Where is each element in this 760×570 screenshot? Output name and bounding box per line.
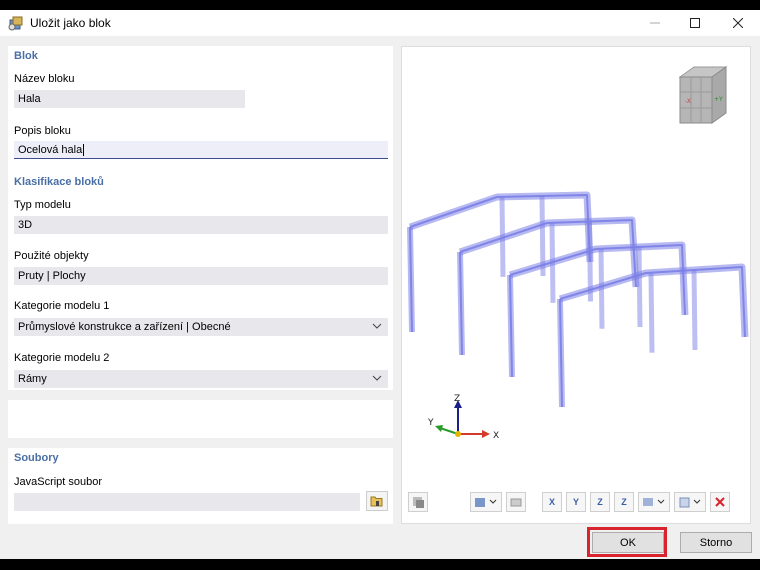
axis-z-label: Z <box>454 394 460 404</box>
viewport-toolbar-left <box>408 492 428 514</box>
blok-panel: Blok Název bloku Hala Popis bloku Ocelov… <box>8 46 393 172</box>
block-description-value: Ocelová hala <box>18 144 83 156</box>
folder-open-icon <box>370 496 383 507</box>
box-view-button[interactable] <box>674 492 706 512</box>
javascript-file-label: JavaScript soubor <box>14 476 103 488</box>
frame-member <box>459 219 637 288</box>
layers-icon <box>413 497 424 508</box>
text-caret <box>83 144 85 157</box>
axis-x-label: X <box>493 431 499 441</box>
axis-triad-icon: Z Y X <box>427 394 499 441</box>
maximize-button[interactable] <box>675 10 715 36</box>
ok-button-highlight <box>587 527 667 557</box>
model-type-label: Typ modelu <box>14 199 71 211</box>
frame-member <box>508 241 689 316</box>
used-objects-label: Použité objekty <box>14 250 89 262</box>
view-iso-button[interactable]: Z <box>614 492 634 512</box>
model-preview-viewport[interactable]: -X +Y Z Y X X Y Z Z <box>401 46 751 524</box>
title-bar: Uložit jako blok <box>0 10 760 36</box>
category1-value: Průmyslové konstrukce a zařízení | Obecn… <box>18 321 231 333</box>
reset-icon <box>715 497 725 507</box>
render-settings-button[interactable] <box>408 492 428 512</box>
frame-member <box>648 272 655 353</box>
block-description-input[interactable]: Ocelová hala <box>14 141 388 159</box>
axis-y-label: Y <box>427 418 434 428</box>
klasifikace-heading: Klasifikace bloků <box>14 176 104 188</box>
view-style-icon <box>643 498 665 506</box>
cube-icon <box>679 497 701 508</box>
steel-hall-frames <box>407 191 749 408</box>
print-icon <box>510 498 522 507</box>
window-title: Uložit jako blok <box>30 16 111 30</box>
frame-member <box>636 246 643 328</box>
view-style-button[interactable] <box>638 492 670 512</box>
view-x-icon: X <box>548 497 555 507</box>
block-name-label: Název bloku <box>14 73 75 85</box>
used-objects-field: Pruty | Plochy <box>14 267 388 285</box>
close-icon <box>733 18 743 28</box>
save-block-app-icon <box>8 15 24 31</box>
klasifikace-panel: Klasifikace bloků Typ modelu 3D Použité … <box>8 172 393 390</box>
frame-member <box>509 244 686 316</box>
soubory-panel: Soubory JavaScript soubor <box>8 448 393 524</box>
print-preview-button[interactable] <box>506 492 526 512</box>
block-name-input[interactable]: Hala <box>14 90 245 108</box>
category1-select[interactable]: Průmyslové konstrukce a zařízení | Obecn… <box>14 318 388 336</box>
viewport-toolbar-main: X Y Z Z <box>470 492 730 514</box>
display-mode-button[interactable] <box>470 492 502 512</box>
close-button[interactable] <box>718 10 758 36</box>
view-z-button[interactable]: Z <box>590 492 610 512</box>
display-mode-icon <box>475 498 497 507</box>
category2-select[interactable]: Rámy <box>14 370 388 388</box>
blok-heading: Blok <box>14 50 38 62</box>
view-x-button[interactable]: X <box>542 492 562 512</box>
view-y-icon: Y <box>572 497 579 507</box>
frame-member <box>458 216 640 288</box>
view-iso-icon: Z <box>621 497 627 507</box>
model-type-field: 3D <box>14 216 388 234</box>
reset-view-button[interactable] <box>710 492 730 512</box>
view-z-icon: Z <box>597 497 603 507</box>
browse-file-button[interactable] <box>366 491 388 511</box>
category1-label: Kategorie modelu 1 <box>14 300 110 312</box>
chevron-down-icon <box>372 323 382 329</box>
minimize-button[interactable] <box>635 10 675 36</box>
empty-panel <box>8 400 393 438</box>
view-y-button[interactable]: Y <box>566 492 586 512</box>
block-description-label: Popis bloku <box>14 125 71 137</box>
soubory-heading: Soubory <box>14 452 59 464</box>
dialog-window: Uložit jako blok Blok Název bloku Hala P… <box>0 10 760 559</box>
cancel-button[interactable]: Storno <box>680 532 752 553</box>
chevron-down-icon <box>372 375 382 381</box>
category2-value: Rámy <box>18 373 47 385</box>
frame-member <box>691 269 698 351</box>
category2-label: Kategorie modelu 2 <box>14 352 110 364</box>
javascript-file-input[interactable] <box>14 493 360 511</box>
